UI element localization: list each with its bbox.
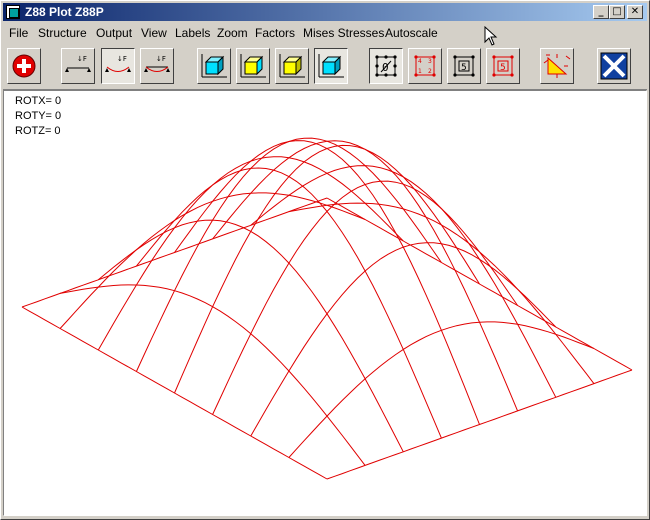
add-button[interactable] (7, 48, 41, 84)
all-labels-button[interactable]: 5 (486, 48, 520, 84)
window-title: Z88 Plot Z88P (25, 5, 104, 19)
view-1-button[interactable] (197, 48, 231, 84)
menu-structure[interactable]: Structure (38, 26, 87, 40)
exit-icon (600, 52, 628, 80)
label-all-icon: 5 (492, 55, 514, 77)
app-icon[interactable] (6, 5, 20, 19)
menu-bar: File Structure Output View Labels Zoom F… (3, 23, 647, 42)
svg-text:↓F: ↓F (77, 55, 87, 63)
exit-button[interactable] (597, 48, 631, 84)
plot-canvas[interactable]: ROTX= 0 ROTY= 0 ROTZ= 0 (3, 90, 647, 516)
deformed-structure-button[interactable]: ↓F (101, 48, 135, 84)
beam-deformed-icon: ↓F (105, 55, 131, 72)
mesh-line-u (60, 284, 366, 466)
beam-both-icon: ↓F (144, 55, 170, 72)
dome-mesh (21, 137, 633, 480)
mesh-line-u (288, 202, 595, 384)
red-cross-icon (12, 54, 36, 78)
cube-icon (279, 54, 305, 78)
close-button[interactable]: ✕ (627, 5, 643, 19)
maximize-button[interactable]: □ (609, 5, 625, 19)
svg-text:1: 1 (418, 68, 422, 75)
stress-triangle-icon (543, 54, 571, 78)
svg-text:5: 5 (461, 63, 467, 73)
beam-icon: ↓F (65, 55, 91, 72)
menu-zoom[interactable]: Zoom (217, 26, 248, 40)
minimize-button[interactable]: _ (593, 5, 609, 19)
label-elements-icon: 5 (453, 55, 475, 77)
node-labels-button[interactable]: 43 12 (408, 48, 442, 84)
view-2-button[interactable] (236, 48, 270, 84)
mesh-line-v (59, 192, 366, 329)
label-none-icon: 0 (375, 55, 397, 77)
cube-icon (240, 54, 266, 78)
svg-text:4: 4 (418, 58, 422, 65)
svg-text:2: 2 (428, 68, 432, 75)
title-bar[interactable]: Z88 Plot Z88P _ □ ✕ (3, 3, 647, 21)
view-3-button[interactable] (275, 48, 309, 84)
cube-icon (318, 54, 344, 78)
mesh-line-u (174, 140, 480, 425)
menu-mises-stresses[interactable]: Mises Stresses (303, 26, 384, 40)
svg-text:↓F: ↓F (117, 55, 127, 63)
mesh-line-u (326, 197, 633, 371)
menu-view[interactable]: View (141, 26, 167, 40)
mesh-line-v (174, 144, 480, 394)
menu-output[interactable]: Output (96, 26, 132, 40)
toolbar: ↓F ↓F ↓F 4 3 1 2 5 5 (3, 45, 647, 90)
menu-factors[interactable]: Factors (255, 26, 295, 40)
no-labels-button[interactable]: 0 (369, 48, 403, 84)
mesh-line-u (97, 219, 404, 453)
both-structures-button[interactable]: ↓F (140, 48, 174, 84)
svg-text:3: 3 (428, 58, 432, 65)
mesh-line-v (326, 369, 633, 480)
undeformed-structure-button[interactable]: ↓F (61, 48, 95, 84)
label-nodes-icon: 43 12 (414, 55, 436, 77)
svg-text:↓F: ↓F (156, 55, 166, 63)
svg-text:5: 5 (500, 63, 506, 73)
menu-autoscale[interactable]: Autoscale (385, 26, 438, 40)
element-labels-button[interactable]: 5 (447, 48, 481, 84)
menu-file[interactable]: File (9, 26, 28, 40)
mouse-cursor-icon (484, 26, 498, 46)
mesh-line-u (212, 140, 519, 412)
menu-labels[interactable]: Labels (175, 26, 210, 40)
stresses-button[interactable] (540, 48, 574, 84)
view-4-button[interactable] (314, 48, 348, 84)
mesh-line-v (97, 156, 404, 351)
cube-icon (201, 54, 227, 78)
app-window: Z88 Plot Z88P _ □ ✕ File Structure Outpu… (0, 0, 650, 520)
